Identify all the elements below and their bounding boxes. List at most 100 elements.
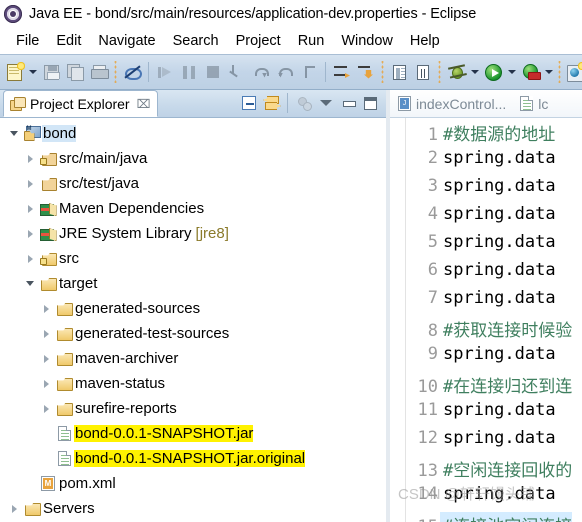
chevron-down-icon[interactable]: [6, 131, 22, 136]
menu-item-edit[interactable]: Edit: [48, 31, 90, 51]
new-wizard-button[interactable]: [2, 59, 26, 85]
suspend-button[interactable]: [177, 59, 201, 85]
tree-item-maven-archiver[interactable]: maven-archiver: [0, 346, 386, 371]
run-button[interactable]: [481, 59, 505, 85]
tree-item-generated-sources[interactable]: generated-sources: [0, 296, 386, 321]
tree-item-target[interactable]: target: [0, 271, 386, 296]
code-line[interactable]: 5 spring.data: [406, 232, 582, 260]
project-tree[interactable]: Mbond src/main/java src/test/java Maven Dep…: [0, 118, 386, 522]
tree-item-pom-xml[interactable]: Mpom.xml: [0, 471, 386, 496]
save-button[interactable]: [39, 59, 63, 85]
menu-item-search[interactable]: Search: [165, 31, 228, 51]
tree-item-maven-status[interactable]: maven-status: [0, 371, 386, 396]
link-with-editor-button[interactable]: [261, 94, 281, 112]
code-line[interactable]: 4 spring.data: [406, 204, 582, 232]
chevron-right-icon[interactable]: [38, 405, 54, 413]
code-line[interactable]: 9 spring.data: [406, 344, 582, 372]
tree-item-src[interactable]: src: [0, 246, 386, 271]
line-number: 6: [427, 260, 438, 280]
line-text: #在连接归还到连: [443, 377, 573, 397]
code-line[interactable]: 7 spring.data: [406, 288, 582, 316]
chevron-right-icon[interactable]: [22, 255, 38, 263]
chevron-right-icon[interactable]: [38, 305, 54, 313]
code-line[interactable]: 12 spring.data: [406, 428, 582, 456]
menu-item-run[interactable]: Run: [290, 31, 334, 51]
print-button[interactable]: [87, 59, 111, 85]
step-last-icon: [301, 65, 317, 80]
tree-item-bond-0-0-1-snapshot-jar-original[interactable]: bond-0.0.1-SNAPSHOT.jar.original: [0, 446, 386, 471]
chevron-right-icon[interactable]: [22, 155, 38, 163]
code-line[interactable]: 2 spring.data: [406, 148, 582, 176]
close-icon[interactable]: ⌧: [137, 98, 151, 110]
chevron-down-icon[interactable]: [22, 281, 38, 286]
chevron-right-icon[interactable]: [6, 505, 22, 513]
menu-item-navigate[interactable]: Navigate: [90, 31, 164, 51]
resume-button[interactable]: [153, 59, 177, 85]
tree-item-label: src: [59, 250, 79, 267]
new-wizard-dropdown[interactable]: [26, 59, 39, 85]
maximize-button[interactable]: [360, 94, 380, 112]
properties-file-icon: [520, 96, 534, 111]
editor-marker-bar[interactable]: [390, 118, 406, 522]
previous-annotation-button[interactable]: [354, 59, 378, 85]
file-icon: [54, 451, 74, 466]
toolbar-drag-handle[interactable]: [557, 61, 562, 83]
chevron-right-icon[interactable]: [22, 205, 38, 213]
code-line[interactable]: 6 spring.data: [406, 260, 582, 288]
editor-tab-indexcontrol[interactable]: J indexControl...: [390, 90, 512, 117]
chevron-right-icon[interactable]: [38, 355, 54, 363]
run-on-server-dropdown[interactable]: [542, 59, 555, 85]
chevron-right-icon[interactable]: [22, 180, 38, 188]
chevron-right-icon[interactable]: [38, 380, 54, 388]
editor-tab-properties[interactable]: lc: [512, 90, 554, 117]
chevron-right-icon[interactable]: [38, 330, 54, 338]
toggle-mark-occurrences-button[interactable]: [411, 59, 435, 85]
menu-item-project[interactable]: Project: [228, 31, 290, 51]
step-last-button[interactable]: [297, 59, 321, 85]
cancel-button[interactable]: [120, 59, 144, 85]
next-annotation-button[interactable]: [330, 59, 354, 85]
step-over-button[interactable]: [249, 59, 273, 85]
focus-on-active-task-button[interactable]: [294, 94, 314, 112]
editor-code-area[interactable]: 1 #数据源的地址 2 spring.data 3 spring.data 4 spring.…: [406, 118, 582, 522]
chevron-right-icon[interactable]: [22, 230, 38, 238]
tree-item-jre-system-library[interactable]: JRE System Library [jre8]: [0, 221, 386, 246]
tab-project-explorer[interactable]: Project Explorer ⌧: [3, 90, 159, 117]
code-line[interactable]: 1 #数据源的地址: [406, 120, 582, 148]
code-line[interactable]: 14 spring.data: [406, 484, 582, 512]
code-line[interactable]: 10 #在连接归还到连: [406, 372, 582, 400]
menu-item-file[interactable]: File: [8, 31, 48, 51]
tree-item-maven-dependencies[interactable]: Maven Dependencies: [0, 196, 386, 221]
debug-dropdown[interactable]: [468, 59, 481, 85]
tree-item-servers[interactable]: Servers: [0, 496, 386, 521]
code-line[interactable]: 3 spring.data: [406, 176, 582, 204]
minimize-button[interactable]: [338, 94, 358, 112]
terminate-button[interactable]: [201, 59, 225, 85]
code-line[interactable]: 15#连接池空闲连接: [406, 512, 582, 522]
toolbar-drag-handle[interactable]: [437, 61, 442, 83]
save-all-button[interactable]: [63, 59, 87, 85]
tree-item-surefire-reports[interactable]: surefire-reports: [0, 396, 386, 421]
tree-item-src-main-java[interactable]: src/main/java: [0, 146, 386, 171]
tree-item-label: maven-status: [75, 375, 166, 392]
run-on-server-button[interactable]: [518, 59, 542, 85]
menu-item-window[interactable]: Window: [333, 31, 402, 51]
debug-button[interactable]: [444, 59, 468, 85]
tree-item-bond-0-0-1-snapshot-jar[interactable]: bond-0.0.1-SNAPSHOT.jar: [0, 421, 386, 446]
toolbar-drag-handle[interactable]: [113, 61, 118, 83]
code-line[interactable]: 11 spring.data: [406, 400, 582, 428]
run-dropdown[interactable]: [505, 59, 518, 85]
step-into-button[interactable]: [225, 59, 249, 85]
code-line[interactable]: 13 #空闲连接回收的: [406, 456, 582, 484]
code-line[interactable]: 8 #获取连接时候验: [406, 316, 582, 344]
tree-item-bond[interactable]: Mbond: [0, 121, 386, 146]
collapse-all-button[interactable]: [239, 94, 259, 112]
step-return-button[interactable]: [273, 59, 297, 85]
menu-item-help[interactable]: Help: [402, 31, 449, 51]
new-web-project-button[interactable]: [564, 59, 582, 85]
tree-item-src-test-java[interactable]: src/test/java: [0, 171, 386, 196]
view-menu-button[interactable]: [316, 94, 336, 112]
toolbar-drag-handle[interactable]: [380, 61, 385, 83]
toggle-outline-button[interactable]: [387, 59, 411, 85]
tree-item-generated-test-sources[interactable]: generated-test-sources: [0, 321, 386, 346]
